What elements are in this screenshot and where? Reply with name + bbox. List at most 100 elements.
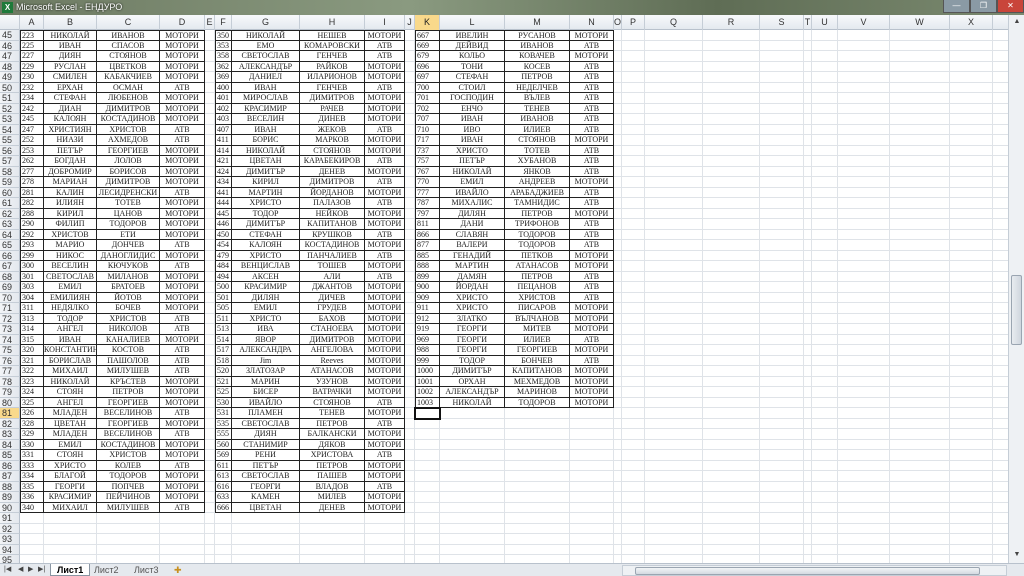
row-header-70[interactable]: 70 xyxy=(0,292,20,303)
cell-category[interactable]: АТВ xyxy=(570,334,614,345)
cell-last-name[interactable]: НЕЙКОВ xyxy=(300,208,365,219)
cell-first-name[interactable]: БЛАГОЙ xyxy=(44,471,97,482)
cell-first-name[interactable]: НИКОЛАЙ xyxy=(44,30,97,41)
cell-last-name[interactable]: АРАБАДЖИЕВ xyxy=(505,187,570,198)
cell-number[interactable]: 293 xyxy=(20,240,44,251)
cell-number[interactable]: 230 xyxy=(20,72,44,83)
cell-first-name[interactable]: МАРТИН xyxy=(232,187,300,198)
cell-last-name[interactable]: ИЛАРИОНОВ xyxy=(300,72,365,83)
cell-last-name[interactable]: АНДРЕЕВ xyxy=(505,177,570,188)
cell-number[interactable]: 303 xyxy=(20,282,44,293)
cell-number[interactable]: 669 xyxy=(415,40,440,51)
cell-first-name[interactable]: ГЕОРГИ xyxy=(44,481,97,492)
cell-last-name[interactable]: ТОДОРОВ xyxy=(97,471,160,482)
cell-number[interactable]: 278 xyxy=(20,177,44,188)
cell-category[interactable]: МОТОРИ xyxy=(160,114,205,125)
cell-last-name[interactable]: ОСМАН xyxy=(97,82,160,93)
cell-category[interactable]: АТВ xyxy=(570,72,614,83)
cell-first-name[interactable]: МИРОСЛАВ xyxy=(232,93,300,104)
cell-category[interactable]: МОТОРИ xyxy=(160,30,205,41)
cell-category[interactable]: АТВ xyxy=(365,418,405,429)
cell-first-name[interactable]: ПЛАМЕН xyxy=(232,408,300,419)
cell-number[interactable]: 402 xyxy=(215,103,232,114)
cell-number[interactable]: 885 xyxy=(415,250,440,261)
cell-first-name[interactable]: ХРИСТО xyxy=(440,145,505,156)
cell-category[interactable]: МОТОРИ xyxy=(570,387,614,398)
cell-first-name[interactable]: ИВАН xyxy=(44,40,97,51)
cell-last-name[interactable]: ПЕТКОВ xyxy=(505,250,570,261)
cell-number[interactable]: 707 xyxy=(415,114,440,125)
cell-category[interactable]: МОТОРИ xyxy=(160,450,205,461)
cell-category[interactable]: МОТОРИ xyxy=(160,156,205,167)
cell-category[interactable]: АТВ xyxy=(365,40,405,51)
cell-number[interactable]: 304 xyxy=(20,292,44,303)
cell-last-name[interactable]: КРЪСТЕВ xyxy=(97,376,160,387)
cell-category[interactable]: МОТОРИ xyxy=(365,345,405,356)
cell-category[interactable]: МОТОРИ xyxy=(570,324,614,335)
cell-number[interactable]: 340 xyxy=(20,502,44,513)
cell-last-name[interactable]: ПЕТРОВ xyxy=(97,387,160,398)
cell-first-name[interactable]: АКСЕН xyxy=(232,271,300,282)
cell-category[interactable]: МОТОРИ xyxy=(365,219,405,230)
cell-first-name[interactable]: ГОСПОДИН xyxy=(440,93,505,104)
cell-number[interactable]: 757 xyxy=(415,156,440,167)
cell-category[interactable]: МОТОРИ xyxy=(365,261,405,272)
cell-last-name[interactable]: ЯНКОВ xyxy=(505,166,570,177)
cell-number[interactable]: 353 xyxy=(215,40,232,51)
cell-first-name[interactable]: ЦВЕТАН xyxy=(232,502,300,513)
row-header-50[interactable]: 50 xyxy=(0,82,20,93)
cell-first-name[interactable]: ЦВЕТАН xyxy=(44,418,97,429)
cell-first-name[interactable]: ЦВЕТАН xyxy=(232,156,300,167)
cell-category[interactable]: АТВ xyxy=(365,450,405,461)
row-header-67[interactable]: 67 xyxy=(0,261,20,272)
cell-category[interactable]: АТВ xyxy=(365,271,405,282)
cell-number[interactable]: 700 xyxy=(415,82,440,93)
cell-category[interactable]: МОТОРИ xyxy=(365,355,405,366)
cell-category[interactable]: АТВ xyxy=(570,198,614,209)
cell-first-name[interactable]: ХРИСТО xyxy=(440,303,505,314)
cell-last-name[interactable]: ТОДОРОВ xyxy=(505,240,570,251)
cell-last-name[interactable]: ТРИФОНОВ xyxy=(505,219,570,230)
cell-first-name[interactable]: ИЛИЯН xyxy=(44,198,97,209)
cell-category[interactable]: МОТОРИ xyxy=(365,439,405,450)
cell-number[interactable]: 369 xyxy=(215,72,232,83)
cell-category[interactable]: АТВ xyxy=(570,355,614,366)
cell-category[interactable]: АТВ xyxy=(160,408,205,419)
cell-first-name[interactable]: ИВАН xyxy=(232,82,300,93)
row-header-90[interactable]: 90 xyxy=(0,502,20,513)
cell-category[interactable]: АТВ xyxy=(570,61,614,72)
cell-last-name[interactable]: Reeves xyxy=(300,355,365,366)
cell-number[interactable]: 450 xyxy=(215,229,232,240)
cell-number[interactable]: 277 xyxy=(20,166,44,177)
cell-first-name[interactable]: МАРТИН xyxy=(440,261,505,272)
cell-last-name[interactable]: МИЛУШЕВ xyxy=(97,502,160,513)
cell-last-name[interactable]: ЦАНОВ xyxy=(97,208,160,219)
column-header-K[interactable]: K xyxy=(415,15,440,30)
cell-first-name[interactable]: ИВЕЛИН xyxy=(440,30,505,41)
cell-number[interactable]: 911 xyxy=(415,303,440,314)
cell-first-name[interactable]: ДАНИ xyxy=(440,219,505,230)
cell-last-name[interactable]: КАНАЛИЕВ xyxy=(97,334,160,345)
cell-first-name[interactable]: КИРИЛ xyxy=(44,208,97,219)
cell-last-name[interactable]: КРУШКОВ xyxy=(300,229,365,240)
cell-number[interactable]: 696 xyxy=(415,61,440,72)
row-header-63[interactable]: 63 xyxy=(0,219,20,230)
cell-first-name[interactable]: ТОДОР xyxy=(232,208,300,219)
cell-first-name[interactable]: НИКОЛАЙ xyxy=(232,145,300,156)
cell-number[interactable]: 282 xyxy=(20,198,44,209)
cell-category[interactable]: АТВ xyxy=(570,114,614,125)
cell-first-name[interactable]: МЛАДЕН xyxy=(44,429,97,440)
cell-category[interactable]: МОТОРИ xyxy=(160,219,205,230)
row-header-72[interactable]: 72 xyxy=(0,313,20,324)
cell-number[interactable]: 969 xyxy=(415,334,440,345)
cell-number[interactable]: 909 xyxy=(415,292,440,303)
cell-last-name[interactable]: НИКОЛОВ xyxy=(97,324,160,335)
horizontal-scrollbar[interactable] xyxy=(622,565,1007,576)
cell-last-name[interactable]: ТОДОРОВ xyxy=(97,219,160,230)
column-header-I[interactable]: I xyxy=(365,15,405,30)
cell-last-name[interactable]: ИВАНОВ xyxy=(505,40,570,51)
cell-first-name[interactable]: ИВАЙЛО xyxy=(232,397,300,408)
cell-number[interactable]: 517 xyxy=(215,345,232,356)
cell-first-name[interactable]: ОРХАН xyxy=(440,376,505,387)
cell-number[interactable]: 770 xyxy=(415,177,440,188)
